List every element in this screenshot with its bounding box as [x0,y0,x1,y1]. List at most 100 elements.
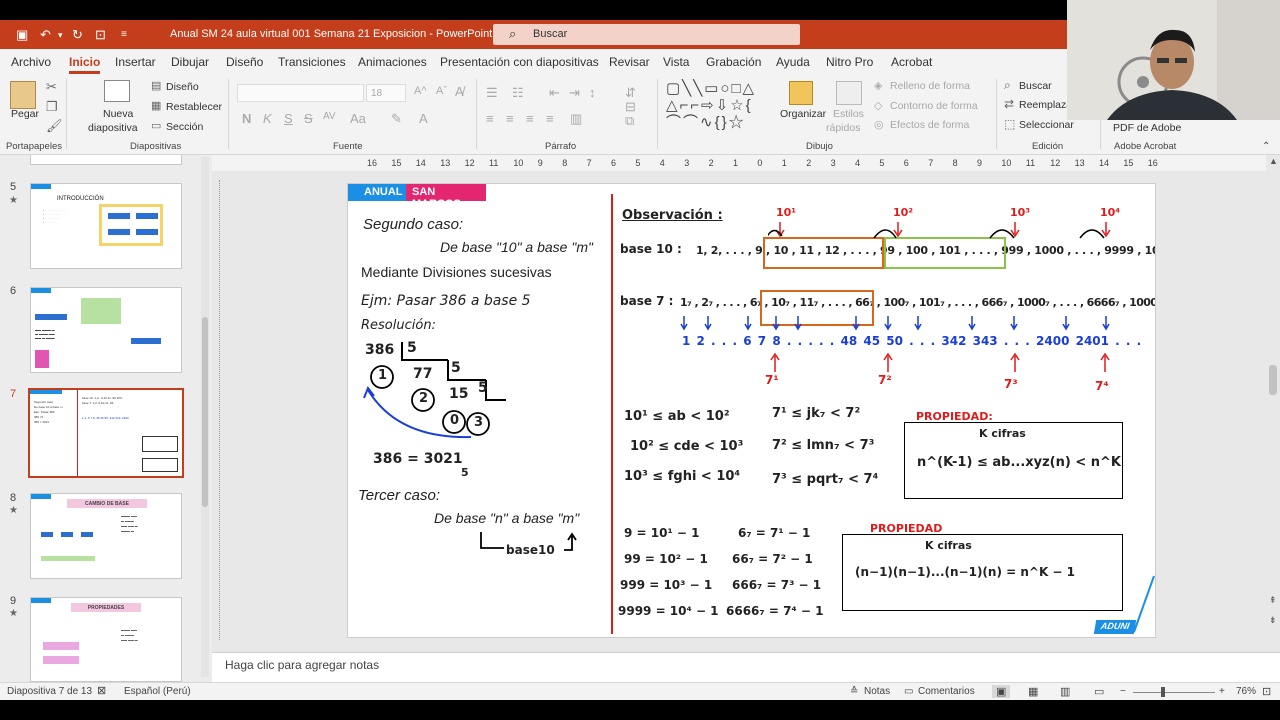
next-slide-icon[interactable]: ⇟ [1269,615,1277,626]
italic-icon[interactable]: K [263,111,272,126]
slide-sorter-icon[interactable]: ▦ [1028,685,1038,698]
find-button[interactable]: Buscar [1019,80,1052,92]
search-box[interactable]: ⌕ Buscar [493,24,800,45]
case-icon[interactable]: Aa [350,111,366,126]
tab-diseno[interactable]: Diseño [226,55,263,69]
paste-button[interactable]: Pegar [11,108,39,120]
zoom-level[interactable]: 76% [1236,686,1256,697]
smartart-icon[interactable]: ⧉ [625,113,634,129]
customize-qat-icon[interactable]: ≡ [121,29,127,40]
tab-revisar[interactable]: Revisar [609,55,650,69]
reading-view-icon[interactable]: ▥ [1060,685,1070,698]
zoom-slider-thumb[interactable] [1161,687,1165,697]
zoom-slider[interactable] [1133,692,1215,693]
font-name-box[interactable] [237,84,364,102]
editor-scrollbar[interactable]: ▲ ⇞ ⇟ [1266,155,1280,652]
thumbnail-slide-7-selected[interactable]: Segundo caso De base 10 a base m Ejm: Pasa… [28,388,184,478]
redo-icon[interactable]: ↻ [72,27,83,43]
thumbnails-scrollbar[interactable] [201,157,209,677]
thumbnail-slide-8[interactable]: CAMBIO DE BASE ▬▬▬ ▬▬ ▬ ▬▬▬ ▬▬ ▬▬ ▬ ▬▬▬ ▬ [30,493,182,579]
thumbnail-slide-6[interactable]: ▬▬ ▬▬▬ ▬ ▬ ▬▬▬ ▬▬ ▬▬ ▬ ▬▬▬ [30,287,182,373]
tab-inicio[interactable]: Inicio [69,55,101,74]
tab-nitro[interactable]: Nitro Pro [826,55,873,69]
layout-button[interactable]: Diseño [166,81,199,93]
spellcheck-icon[interactable]: ⊠ [97,684,106,697]
power-7-1: 7¹ [765,373,779,387]
numbering-icon[interactable]: ☷ [512,85,524,101]
font-color-icon[interactable]: A [419,111,428,126]
shape-outline-button[interactable]: Contorno de forma [890,100,978,112]
align-center-icon[interactable]: ≡ [506,111,514,126]
grow-font-icon[interactable]: A^ [414,85,427,97]
quick-styles-label-1[interactable]: Estilos [833,108,864,120]
tab-vista[interactable]: Vista [663,55,689,69]
undo-dropdown-icon[interactable]: ▾ [58,30,63,41]
tab-transiciones[interactable]: Transiciones [278,55,346,69]
tab-presentacion[interactable]: Presentación con diapositivas [440,55,599,69]
slideshow-icon[interactable]: ▭ [1094,685,1104,698]
collapse-ribbon-icon[interactable]: ⌃ [1262,141,1270,152]
bold-icon[interactable]: N [242,111,251,126]
ruler-label: 15 [391,158,402,168]
save-icon[interactable]: ▣ [16,27,28,43]
copy-icon[interactable]: ❐ [46,99,58,115]
adobe-pdf-button[interactable]: PDF de Adobe [1113,122,1181,134]
underline-icon[interactable]: S [284,111,293,126]
highlight-icon[interactable]: ✎ [391,111,402,127]
tab-acrobat[interactable]: Acrobat [891,55,932,69]
align-right-icon[interactable]: ≡ [526,111,534,126]
horizontal-ruler[interactable]: 16 15 14 13 12 11 10 9 8 7 6 5 4 3 2 1 0 1 2 3 4 5 6 7 8 9 10 11 12 1… [212,155,1280,171]
scrollbar-thumb[interactable] [202,317,208,507]
section-button[interactable]: Sección [166,121,203,133]
shape-effects-button[interactable]: Efectos de forma [890,119,969,131]
line-spacing-icon[interactable]: ↕ [589,85,596,100]
shape-fill-button[interactable]: Relleno de forma [890,80,970,92]
spacing-icon[interactable]: AV [323,111,336,122]
quick-styles-label-2[interactable]: rápidos [826,122,860,134]
tab-grabacion[interactable]: Grabación [706,55,761,69]
language-indicator[interactable]: Español (Perú) [124,686,191,697]
new-slide-label-2[interactable]: diapositiva [88,122,138,134]
sixes-3: 666₇ = 7³ − 1 [732,578,822,592]
clear-format-icon[interactable]: A̸ [455,84,464,99]
notes-placeholder[interactable]: Haga clic para agregar notas [225,658,379,672]
justify-icon[interactable]: ≡ [546,111,554,126]
notes-pane[interactable]: Haga clic para agregar notas [212,652,1280,682]
zoom-in-icon[interactable]: + [1219,686,1225,697]
comments-button[interactable]: Comentarios [918,686,975,697]
align-left-icon[interactable]: ≡ [486,111,494,126]
tab-dibujar[interactable]: Dibujar [171,55,209,69]
bullets-icon[interactable]: ☰ [486,85,498,101]
format-painter-icon[interactable]: 🖌 [46,118,63,134]
reset-button[interactable]: Restablecer [166,101,222,113]
shrink-font-icon[interactable]: Aˇ [436,85,447,97]
increase-indent-icon[interactable]: ⇥ [569,85,580,101]
select-button[interactable]: Seleccionar [1019,119,1074,131]
tab-insertar[interactable]: Insertar [115,55,156,69]
strike-icon[interactable]: S [304,111,313,126]
normal-view-icon[interactable]: ▣ [992,685,1011,698]
scroll-up-icon[interactable]: ▲ [1269,156,1278,166]
tab-archivo[interactable]: Archivo [11,55,51,69]
tab-ayuda[interactable]: Ayuda [776,55,810,69]
ineq-10-3: 10³ ≤ fghi < 10⁴ [624,469,741,484]
new-slide-label-1[interactable]: Nueva [103,108,133,120]
thumbnail-partial[interactable] [30,155,182,165]
tab-animaciones[interactable]: Animaciones [358,55,427,69]
prev-slide-icon[interactable]: ⇞ [1269,595,1277,606]
columns-icon[interactable]: ▥ [570,111,582,127]
fit-slide-icon[interactable]: ⊡ [1262,685,1271,698]
thumbnail-slide-5[interactable]: INTRODUCCIÓN • ·· ··· ···· ··· ·· ··· • ·… [30,183,182,269]
scrollbar-thumb[interactable] [1269,365,1277,395]
present-icon[interactable]: ⊡ [95,27,106,43]
slide-canvas[interactable]: ANUAL SAN MARCOS Segundo caso: De base "… [347,183,1156,638]
zoom-out-icon[interactable]: − [1120,686,1126,697]
arrange-button[interactable]: Organizar [780,108,826,120]
shapes-gallery[interactable]: ▢╲╲▭○□△ △⌐⌐⇨⇩☆{⌒⌒∿{}☆ [666,80,776,132]
thumbnail-slide-9[interactable]: PROPIEDADES ▬▬▬ ▬▬ ▬ ▬▬▬ ▬▬ ▬▬ ▬ [30,597,182,682]
cut-icon[interactable]: ✂ [46,79,57,95]
decrease-indent-icon[interactable]: ⇤ [549,85,560,101]
font-size-box[interactable]: 18 [366,84,406,102]
undo-icon[interactable]: ↶ [40,27,51,43]
notes-button[interactable]: Notas [864,686,890,697]
